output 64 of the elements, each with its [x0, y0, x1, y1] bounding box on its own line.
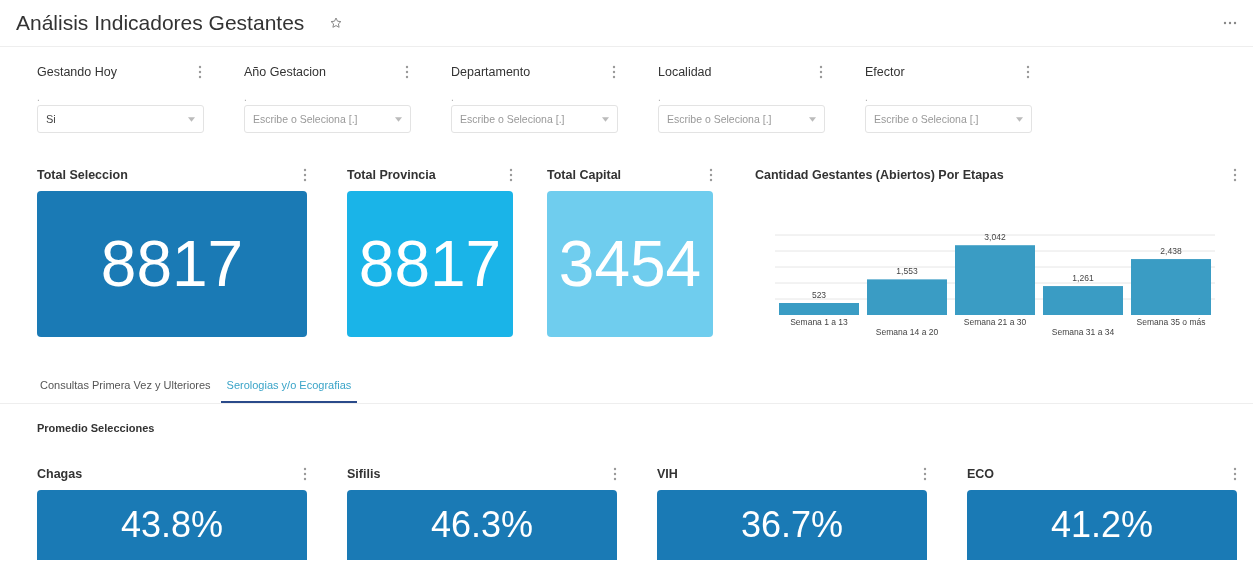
filter-label: Departamento [451, 65, 531, 79]
kebab-menu-icon[interactable] [612, 65, 616, 79]
card-title: VIH [657, 467, 678, 481]
card-title: Total Seleccion [37, 168, 128, 182]
filter-label: Localidad [658, 65, 712, 79]
select-field[interactable]: Escribe o Seleciona [.] [658, 105, 825, 133]
kebab-menu-icon[interactable] [709, 168, 713, 182]
filter-label: Gestando Hoy [37, 65, 117, 79]
select-field[interactable]: Escribe o Seleciona [.] [244, 105, 411, 133]
section-title: Promedio Selecciones [37, 422, 155, 434]
caret-icon [395, 116, 402, 122]
value-label: 1,261 [1072, 273, 1094, 284]
category-label: Semana 31 a 34 [1051, 327, 1115, 337]
caret-icon [1016, 116, 1023, 122]
kebab-menu-icon[interactable] [819, 65, 823, 79]
kpi-tile: 43.8% [37, 490, 307, 560]
tab[interactable]: Consultas Primera Vez y Ulteriores [34, 371, 217, 403]
category-label: Semana 1 a 13 [790, 317, 848, 327]
filter-hint: . [865, 93, 868, 103]
kpi-tile: 8817 [37, 191, 307, 337]
kebab-menu-icon[interactable] [405, 65, 409, 79]
card-title: Total Capital [547, 168, 622, 182]
chart-title: Cantidad Gestantes (Abiertos) Por Etapas [755, 168, 1004, 182]
caret-icon [809, 116, 816, 122]
value-label: 3,042 [984, 232, 1006, 243]
kebab-menu-icon[interactable] [1233, 168, 1237, 182]
category-label: Semana 14 a 20 [875, 327, 939, 337]
value-label: 523 [811, 290, 827, 300]
kpi-tile: 8817 [347, 191, 513, 337]
filter-label: Año Gestacion [244, 65, 326, 79]
value-label: 2,438 [1160, 246, 1182, 257]
kpi-tile: 46.3% [347, 490, 617, 560]
kebab-menu-icon[interactable] [1026, 65, 1030, 79]
dashboard-title: Análisis Indicadores Gestantes [16, 11, 305, 35]
filter-hint: . [244, 93, 247, 103]
kebab-menu-icon[interactable] [923, 467, 927, 481]
category-label: Semana 21 a 30 [963, 317, 1027, 327]
kpi-tile: 36.7% [657, 490, 927, 560]
category-label: Semana 35 o más [1136, 317, 1206, 327]
star-icon[interactable] [330, 17, 343, 29]
filter-hint: . [451, 93, 454, 103]
card-title: ECO [967, 467, 995, 481]
select-field[interactable]: Si [37, 105, 204, 133]
kebab-menu-icon[interactable] [1233, 467, 1237, 481]
more-icon[interactable] [1223, 21, 1237, 25]
filter-hint: . [658, 93, 661, 103]
kebab-menu-icon[interactable] [509, 168, 513, 182]
filter-label: Efector [865, 65, 905, 79]
kebab-menu-icon[interactable] [613, 467, 617, 481]
kebab-menu-icon[interactable] [303, 467, 307, 481]
kebab-menu-icon[interactable] [198, 65, 202, 79]
card-title: Chagas [37, 467, 83, 481]
select-field[interactable]: Escribe o Seleciona [.] [451, 105, 618, 133]
kebab-menu-icon[interactable] [303, 168, 307, 182]
caret-icon [602, 116, 609, 122]
kpi-tile: 41.2% [967, 490, 1237, 560]
card-title: Total Provincia [347, 168, 436, 182]
filter-hint: . [37, 93, 40, 103]
select-field[interactable]: Escribe o Seleciona [.] [865, 105, 1032, 133]
card-title: Sifilis [347, 467, 381, 481]
caret-icon [188, 116, 195, 122]
tab[interactable]: Serologias y/o Ecografias [220, 371, 358, 403]
value-label: 1,553 [896, 266, 918, 277]
kpi-tile: 3454 [547, 191, 713, 337]
